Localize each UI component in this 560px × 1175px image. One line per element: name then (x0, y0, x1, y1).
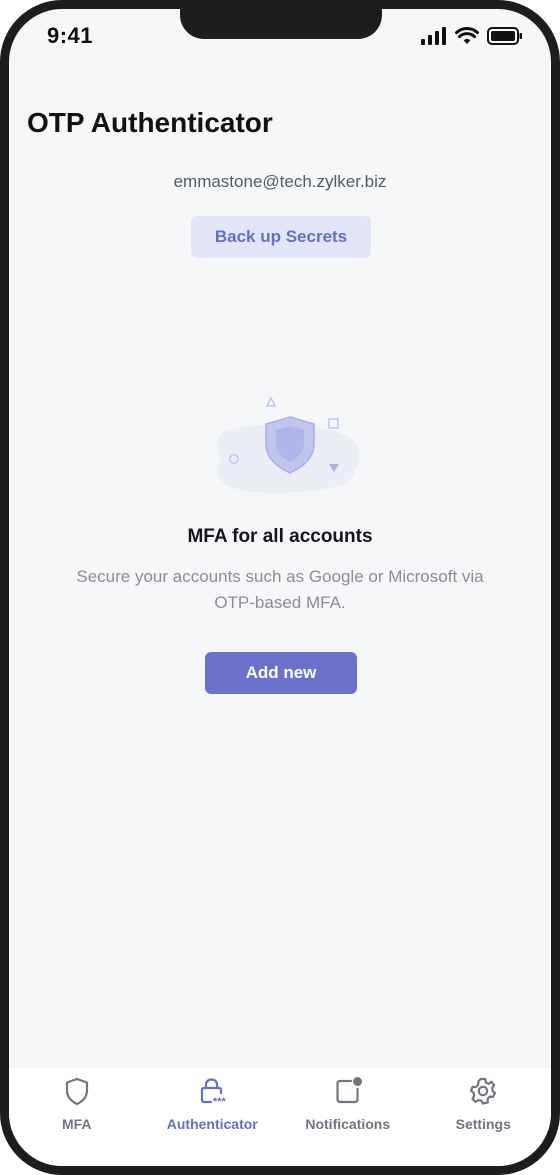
empty-state-description: Secure your accounts such as Google or M… (76, 567, 484, 612)
status-time: 9:41 (47, 23, 94, 48)
battery-icon (487, 27, 522, 45)
tab-notifications[interactable]: Notifications (280, 1068, 416, 1166)
cellular-signal-icon (421, 27, 446, 45)
tab-settings[interactable]: Settings (416, 1068, 552, 1166)
tab-mfa-label: MFA (61, 1116, 92, 1132)
lock-icon: *** (201, 1078, 227, 1106)
tab-settings-label: Settings (455, 1116, 511, 1132)
device-notch (180, 9, 382, 39)
back-up-secrets-button[interactable]: Back up Secrets (191, 216, 371, 258)
wifi-icon (455, 27, 479, 44)
phone-frame: 9:41 OTP Authenticator emmastone@tech.zy… (0, 0, 560, 1175)
bottom-tab-bar: MFA *** Authenticator Notifications Sett… (9, 1068, 551, 1166)
notification-icon (336, 1077, 362, 1104)
empty-state-heading: MFA for all accounts (187, 526, 373, 547)
tab-notifications-label: Notifications (305, 1116, 391, 1132)
gear-icon (470, 1077, 497, 1105)
add-new-button[interactable]: Add new (205, 652, 357, 694)
shield-icon (65, 1077, 88, 1106)
svg-text:***: *** (213, 1096, 227, 1106)
tab-authenticator-label: Authenticator (166, 1116, 258, 1132)
page-title: OTP Authenticator (27, 107, 273, 138)
status-icons (421, 27, 523, 45)
account-email: emmastone@tech.zylker.biz (173, 172, 387, 191)
tab-authenticator[interactable]: *** Authenticator (145, 1068, 281, 1166)
tab-mfa[interactable]: MFA (9, 1068, 145, 1166)
empty-state-illustration (217, 396, 360, 493)
